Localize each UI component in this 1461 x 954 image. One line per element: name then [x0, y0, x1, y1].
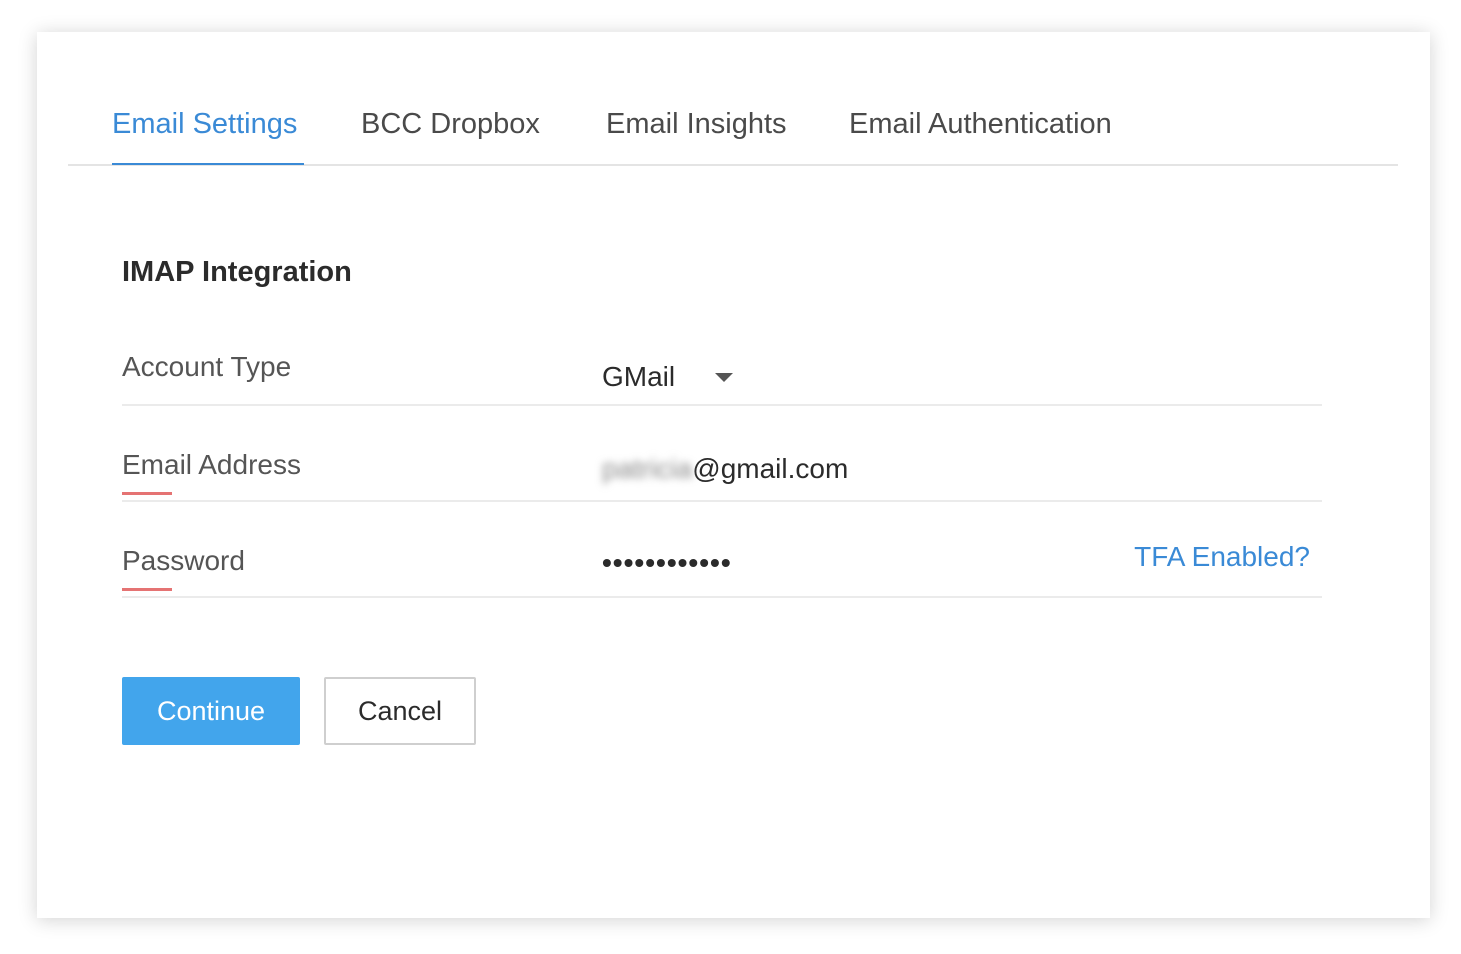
chevron-down-icon — [715, 372, 734, 382]
password-input[interactable]: •••••••••••• — [602, 546, 732, 580]
tab-email-authentication[interactable]: Email Authentication — [849, 106, 1112, 142]
password-row: Password •••••••••••• TFA Enabled? — [122, 500, 1322, 598]
password-label: Password — [122, 545, 245, 576]
section-title: IMAP Integration — [122, 256, 352, 288]
account-type-row: Account Type GMail — [122, 342, 1322, 406]
tab-bar: Email Settings BCC Dropbox Email Insight… — [68, 32, 1398, 166]
tfa-enabled-link[interactable]: TFA Enabled? — [1134, 540, 1310, 574]
account-type-value: GMail — [602, 361, 676, 392]
email-domain: @gmail.com — [692, 453, 849, 484]
email-user-blurred: patricia — [602, 453, 693, 484]
account-type-select[interactable]: GMail — [602, 360, 734, 394]
tab-bcc-dropbox[interactable]: BCC Dropbox — [361, 106, 540, 142]
tab-email-settings[interactable]: Email Settings — [112, 106, 297, 142]
account-type-label: Account Type — [122, 351, 292, 382]
settings-card: Email Settings BCC Dropbox Email Insight… — [37, 32, 1430, 918]
required-indicator — [122, 492, 172, 495]
active-tab-indicator — [112, 163, 304, 165]
email-input[interactable]: patricia@gmail.com — [602, 452, 848, 486]
tab-email-insights[interactable]: Email Insights — [606, 106, 787, 142]
cancel-button[interactable]: Cancel — [324, 677, 476, 745]
email-address-label: Email Address — [122, 449, 301, 480]
continue-button[interactable]: Continue — [122, 677, 300, 745]
email-address-row: Email Address patricia@gmail.com — [122, 404, 1322, 502]
required-indicator — [122, 588, 172, 591]
